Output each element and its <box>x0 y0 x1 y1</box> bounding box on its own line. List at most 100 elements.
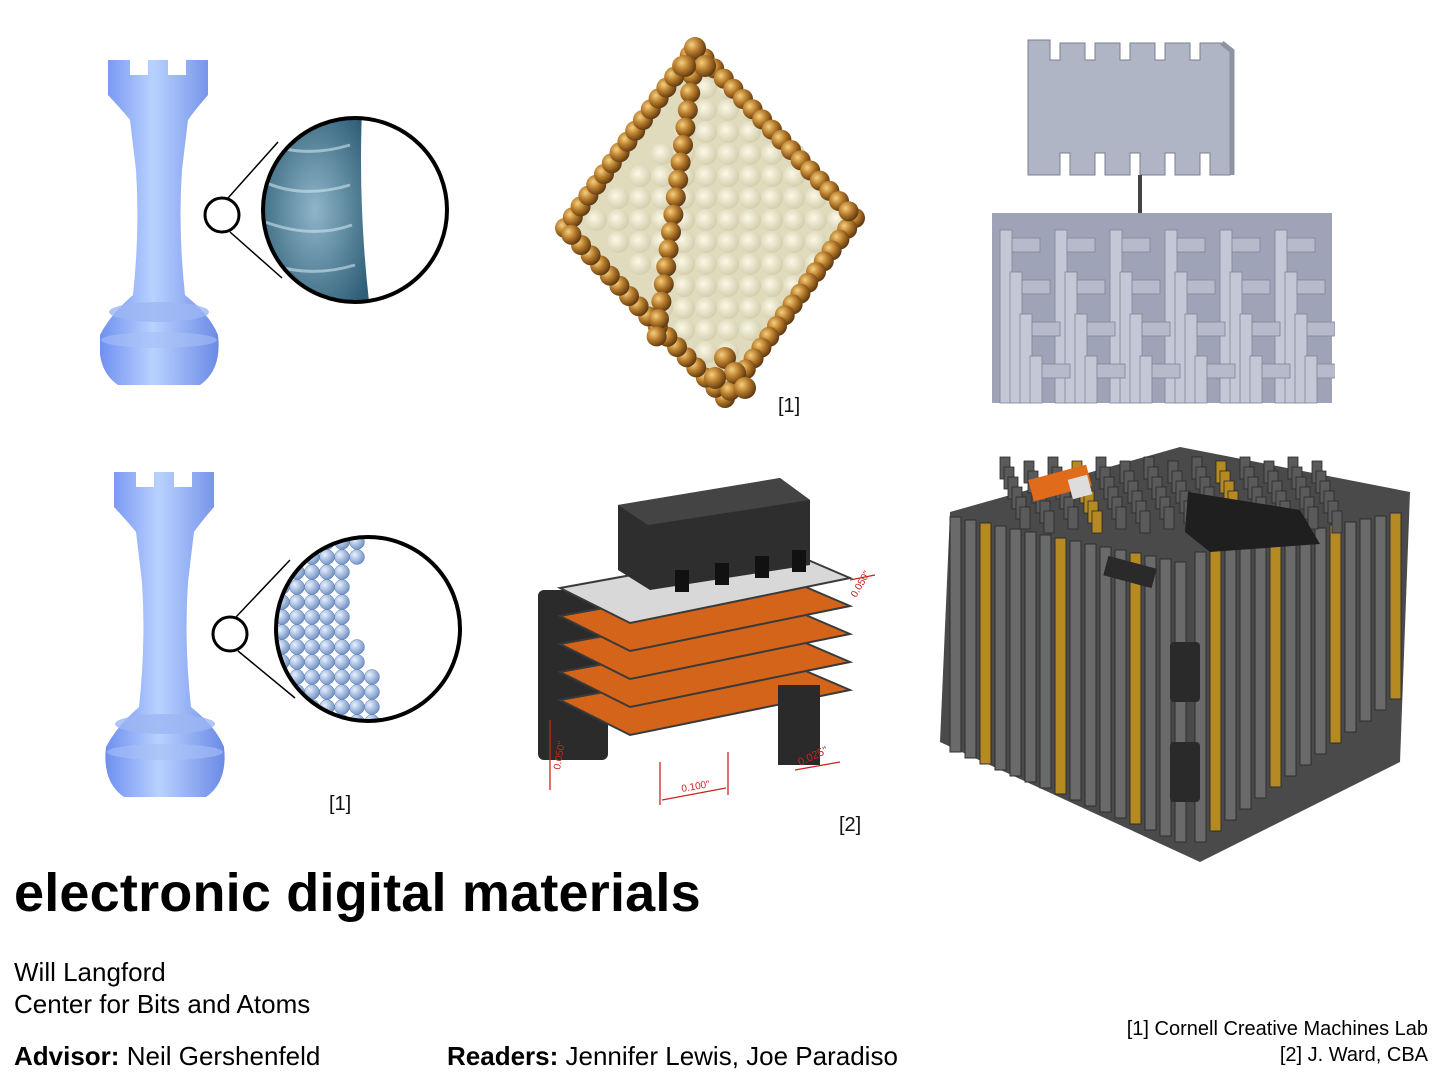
author-name: Will Langford <box>14 957 166 987</box>
lattice-sphere <box>334 669 350 685</box>
lattice-sphere <box>334 609 350 625</box>
lattice-sphere <box>334 654 350 670</box>
pearl-sphere <box>695 99 717 121</box>
lattice-plate <box>1139 355 1153 404</box>
lattice-sphere <box>334 624 350 640</box>
gold-sphere <box>658 239 679 260</box>
lattice-sphere <box>349 684 365 700</box>
plate-cube-figure <box>940 447 1410 862</box>
sphere-assembly-figure <box>555 37 865 408</box>
lattice-sphere <box>304 714 320 721</box>
cube-plate <box>1039 534 1052 789</box>
advisor-label: Advisor: <box>14 1041 120 1071</box>
lattice-crossbar <box>1066 237 1096 253</box>
reference-2: [2] J. Ward, CBA <box>1279 1044 1428 1066</box>
lattice-crossbar <box>1316 363 1335 379</box>
lattice-sphere <box>304 669 320 685</box>
cube-plate <box>1299 530 1312 766</box>
lattice-sphere <box>289 714 305 721</box>
pearl-sphere <box>629 165 651 187</box>
pearl-sphere <box>695 275 717 297</box>
lattice-crossbar <box>1286 237 1316 253</box>
interlocking-part-figure <box>992 39 1335 404</box>
pearl-sphere <box>739 143 761 165</box>
lattice-crossbar <box>1251 321 1281 337</box>
cube-plate <box>1024 531 1037 783</box>
lattice-sphere <box>349 669 365 685</box>
gold-sphere <box>734 377 756 399</box>
pearl-sphere <box>761 165 783 187</box>
pearl-sphere <box>717 187 739 209</box>
pearl-sphere <box>739 275 761 297</box>
gold-sphere <box>646 326 667 347</box>
pearl-sphere <box>695 231 717 253</box>
lattice-sphere <box>319 669 335 685</box>
pearl-sphere <box>629 209 651 231</box>
lattice-sphere <box>304 654 320 670</box>
lattice-crossbar <box>1176 237 1206 253</box>
author-affiliation: Center for Bits and Atoms <box>14 989 311 1019</box>
lattice-plate <box>1084 355 1098 404</box>
pearl-sphere <box>761 209 783 231</box>
pearl-sphere <box>805 209 827 231</box>
lattice-crossbar <box>1141 321 1171 337</box>
pearl-sphere <box>607 209 629 231</box>
pearl-sphere <box>717 275 739 297</box>
gold-sphere <box>677 100 698 121</box>
readers-label: Readers: <box>447 1041 559 1071</box>
cube-plate <box>994 525 1007 771</box>
citation-top-middle: [1] <box>778 395 801 417</box>
lattice-crossbar <box>1096 363 1126 379</box>
lattice-crossbar <box>1011 237 1041 253</box>
pearl-sphere <box>717 231 739 253</box>
layered-circuit-figure: 0.050" 0.100" 0.025" 0.050" <box>538 478 876 805</box>
lattice-crossbar <box>1076 279 1106 295</box>
lattice-sphere <box>319 654 335 670</box>
lattice-sphere <box>334 579 350 595</box>
cube-plate <box>1084 543 1097 807</box>
pearl-sphere <box>695 187 717 209</box>
gold-sphere <box>653 274 674 295</box>
cube-plate <box>1209 548 1222 832</box>
reference-1: [1] Cornell Creative Machines Lab <box>1126 1018 1428 1040</box>
rook-discrete-figure <box>105 472 462 797</box>
pearl-sphere <box>783 209 805 231</box>
cube-plate <box>1114 549 1127 819</box>
gold-sphere <box>651 291 672 312</box>
pearl-sphere <box>739 209 761 231</box>
lattice-sphere <box>276 537 290 550</box>
lattice-sphere <box>304 609 320 625</box>
gold-sphere <box>649 309 669 329</box>
gold-sphere <box>675 117 696 138</box>
cube-plate <box>1314 527 1327 755</box>
cube-plate <box>1389 512 1402 700</box>
pearl-sphere <box>717 253 739 275</box>
gold-sphere <box>670 152 691 173</box>
lattice-crossbar <box>1306 321 1335 337</box>
pearl-sphere <box>695 165 717 187</box>
top-plate <box>1331 510 1343 534</box>
cube-plate <box>949 516 962 753</box>
pearl-sphere <box>717 319 739 341</box>
lattice-sphere <box>304 564 320 580</box>
lattice-crossbar <box>1261 363 1291 379</box>
rook-icon <box>100 60 219 385</box>
lattice-plate <box>1194 355 1208 404</box>
lattice-crossbar <box>1241 279 1271 295</box>
lattice-sphere <box>319 609 335 625</box>
single-part-icon <box>1027 39 1235 176</box>
lattice-sphere <box>304 639 320 655</box>
pearl-sphere <box>607 231 629 253</box>
gold-sphere <box>656 256 677 277</box>
lattice-crossbar <box>1231 237 1261 253</box>
lattice-sphere <box>276 714 290 721</box>
readers-names: Jennifer Lewis, Joe Paradiso <box>565 1041 898 1071</box>
lattice-crossbar <box>1196 321 1226 337</box>
top-plate <box>1043 510 1055 534</box>
cube-plate <box>1144 555 1157 831</box>
cube-plate <box>1359 518 1372 722</box>
pearl-sphere <box>651 143 673 165</box>
lattice-sphere <box>289 537 305 550</box>
pearl-sphere <box>629 253 651 275</box>
top-plate <box>1307 506 1319 530</box>
